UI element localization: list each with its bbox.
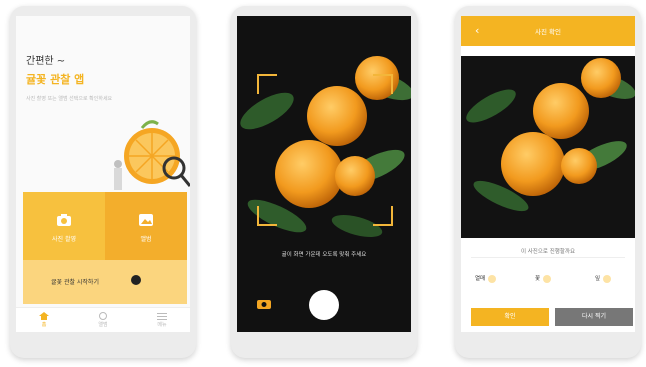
album-icon xyxy=(139,214,153,226)
bottom-nav: 홈 앨범 메뉴 xyxy=(16,307,190,332)
confirm-header-title: 사진 확인 xyxy=(535,28,561,36)
focus-bracket-top-left xyxy=(257,74,277,94)
hero-subtitle: 사진 촬영 또는 앨범 선택으로 확인하세요 xyxy=(26,96,113,102)
camera-screen: 귤이 화면 가운데 오도록 맞춰 주세요 xyxy=(237,16,411,332)
confirm-screen: ‹ 사진 확인 이 사진으로 진행할까요 열매 꽃 잎 확인 다시 찍기 xyxy=(461,16,635,332)
hero-accent-title: 귤꽃 관찰 앱 xyxy=(26,73,85,86)
hero-title: 간편한 ~ xyxy=(26,56,66,67)
option-flower[interactable]: 꽃 xyxy=(535,274,552,283)
option-leaf[interactable]: 잎 xyxy=(595,274,612,283)
phone-camera: 귤이 화면 가운데 오도록 맞춰 주세요 xyxy=(231,6,417,358)
nav-item-menu[interactable]: 메뉴 xyxy=(142,310,182,328)
camera-preview-image xyxy=(237,16,411,332)
clock-icon xyxy=(99,312,107,320)
arrow-circle-icon xyxy=(131,275,141,285)
phone-confirm: ‹ 사진 확인 이 사진으로 진행할까요 열매 꽃 잎 확인 다시 찍기 xyxy=(455,6,641,358)
confirm-prompt: 이 사진으로 진행할까요 xyxy=(520,249,576,255)
camera-guide-text: 귤이 화면 가운데 오도록 맞춰 주세요 xyxy=(281,252,367,258)
retake-button[interactable]: 다시 찍기 xyxy=(555,308,633,326)
camera-icon xyxy=(57,214,71,226)
option-fruit-label: 열매 xyxy=(475,276,486,282)
home-screen: 간편한 ~ 귤꽃 관찰 앱 사진 촬영 또는 앨범 선택으로 확인하세요 사진 … xyxy=(16,16,190,332)
divider xyxy=(471,257,625,258)
album-button-label: 앨범 xyxy=(140,236,152,243)
camera-button-label: 사진 촬영 xyxy=(52,236,76,243)
info-bar[interactable]: 귤꽃 관찰 시작하기 xyxy=(23,260,187,304)
confirm-button[interactable]: 확인 xyxy=(471,308,549,326)
nav-album-label: 앨범 xyxy=(98,322,108,328)
camera-button[interactable]: 사진 촬영 xyxy=(23,192,105,260)
focus-bracket-top-right xyxy=(373,74,393,94)
confirm-header: ‹ 사진 확인 xyxy=(461,16,635,46)
captured-photo xyxy=(461,56,635,238)
menu-icon xyxy=(157,313,167,320)
nav-menu-label: 메뉴 xyxy=(157,322,167,328)
phone-home: 간편한 ~ 귤꽃 관찰 앱 사진 촬영 또는 앨범 선택으로 확인하세요 사진 … xyxy=(10,6,196,358)
shutter-button[interactable] xyxy=(309,290,339,320)
focus-bracket-bottom-right xyxy=(373,206,393,226)
info-bar-label: 귤꽃 관찰 시작하기 xyxy=(51,279,99,286)
focus-bracket-bottom-left xyxy=(257,206,277,226)
hero-illustration xyxy=(104,108,190,198)
camera-switch-icon[interactable] xyxy=(257,299,271,309)
nav-item-album[interactable]: 앨범 xyxy=(83,310,123,328)
option-flower-label: 꽃 xyxy=(535,276,541,282)
nav-home-label: 홈 xyxy=(41,322,47,328)
home-icon xyxy=(39,312,49,320)
option-fruit[interactable]: 열매 xyxy=(475,274,497,283)
album-button[interactable]: 앨범 xyxy=(105,192,187,260)
radio-icon xyxy=(603,274,612,283)
option-leaf-label: 잎 xyxy=(595,276,601,282)
nav-item-home[interactable]: 홈 xyxy=(24,310,64,328)
action-panel: 사진 촬영 앨범 귤꽃 관찰 시작하기 xyxy=(23,192,187,304)
radio-icon xyxy=(543,274,552,283)
radio-icon xyxy=(488,274,497,283)
